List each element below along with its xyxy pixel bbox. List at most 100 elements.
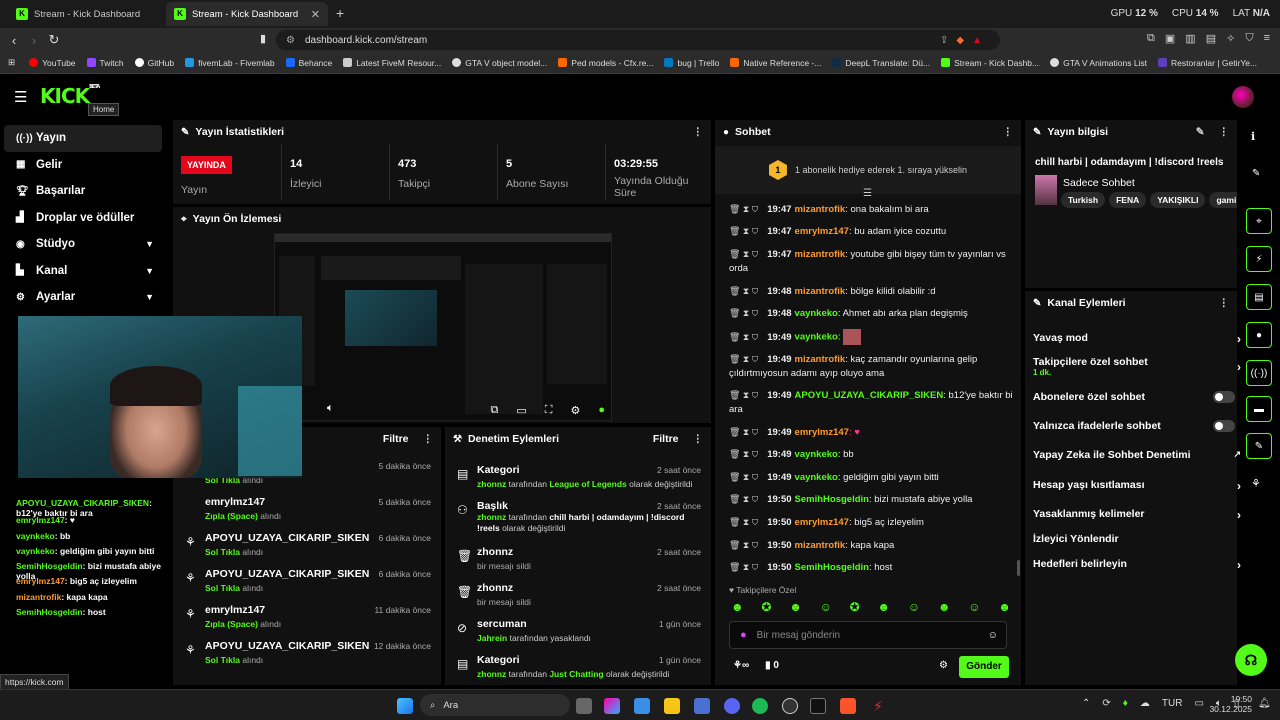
bookmark-fivem-resources[interactable]: Latest FiveM Resour... (343, 58, 441, 68)
sidebar-item-gelir[interactable]: ▦ Gelir (4, 152, 162, 179)
toggle-switch[interactable] (1213, 420, 1235, 432)
server-icon[interactable]: ▬ (1246, 396, 1272, 422)
emote-icon[interactable]: ☺ (908, 600, 920, 614)
site-info-icon[interactable]: ⚙ (286, 35, 295, 46)
info-icon[interactable]: ℹ (1251, 130, 1255, 143)
windows-start-icon[interactable] (397, 698, 413, 714)
bookmark-fivemlab[interactable]: fivemLab - Fivemlab (185, 58, 275, 68)
copilot-icon[interactable] (604, 698, 620, 714)
file-explorer-icon[interactable] (664, 698, 680, 714)
obs-icon[interactable] (782, 698, 798, 714)
emote-icon[interactable]: ☻ (998, 600, 1011, 614)
sidebar-item-studyo[interactable]: ◉ Stüdyo ▼ (4, 231, 162, 258)
bookmark-ped-models[interactable]: Ped models - Cfx.re... (558, 58, 653, 68)
bookmark-youtube[interactable]: YouTube (29, 58, 76, 68)
menu-icon[interactable]: ≡ (1264, 32, 1270, 45)
close-icon[interactable]: ✕ (311, 8, 320, 21)
clock[interactable]: 19:50 30.12.2025 (1208, 694, 1252, 714)
sync-icon[interactable]: ⟳ (1102, 698, 1110, 709)
emote-icon[interactable]: ☻ (938, 600, 951, 614)
action-ai-moderation[interactable]: Yapay Zeka ile Sohbet Denetimi ↗ (1033, 449, 1241, 461)
extensions-icon[interactable]: ⧉ (1147, 32, 1155, 45)
action-subscribers-only[interactable]: Abonelere özel sohbet (1033, 391, 1235, 403)
cloud-icon[interactable]: ☁ (1140, 698, 1150, 709)
discord-icon[interactable] (724, 698, 740, 714)
pip-icon[interactable]: ⧉ (491, 404, 499, 417)
bookmark-native-reference[interactable]: Native Reference -... (730, 58, 821, 68)
more-options-icon[interactable]: ⋮ (423, 433, 434, 445)
bookmark-kick[interactable]: Stream - Kick Dashb... (941, 58, 1039, 68)
stream-preview-video[interactable]: ⧉ ▭ ⛶ ⚙ ● 🔈︎ (274, 233, 612, 421)
app-bolt-icon[interactable]: ⚡︎ (870, 698, 886, 714)
address-bar[interactable]: ⚙ dashboard.kick.com/stream ⇪◆▲ (276, 30, 1000, 50)
bookmark-gta-objects[interactable]: GTA V object model... (452, 58, 547, 68)
clipboard-icon[interactable]: ▤ (1246, 284, 1272, 310)
wallet-icon[interactable]: ▣ (1165, 32, 1175, 45)
emote-icon[interactable]: ☻ (877, 600, 890, 614)
more-options-icon[interactable]: ⋮ (1219, 126, 1230, 138)
action-followers-only[interactable]: Takipçilere özel sohbet 1 dk. › (1033, 356, 1241, 377)
sidebar-item-ayarlar[interactable]: ⚙ Ayarlar ▼ (4, 284, 162, 311)
address-actions[interactable]: ⇪◆▲ (940, 35, 990, 46)
more-options-icon[interactable]: ⋮ (1219, 297, 1230, 309)
chat-bubble-icon[interactable]: ● (1246, 322, 1272, 348)
wrench-icon[interactable]: ✎ (1246, 433, 1272, 459)
sub-gift-leaderboard[interactable]: 1 1 abonelik hediye ederek 1. sıraya yük… (715, 146, 1021, 194)
action-emote-only[interactable]: Yalnızca ifadelerle sohbet (1033, 420, 1235, 432)
new-tab-button[interactable]: + (336, 5, 344, 21)
emote-icon[interactable]: ☺ (820, 600, 832, 614)
stream-category[interactable]: Sadece Sohbet (1063, 177, 1135, 189)
emoji-icon[interactable]: ☺ (988, 630, 998, 641)
sidebar-item-kanal[interactable]: ▙ Kanal ▼ (4, 258, 162, 285)
action-goals[interactable]: Hedefleri belirleyin › (1033, 558, 1241, 572)
filter-button[interactable]: Filtre (653, 433, 679, 445)
bookmark-github[interactable]: GitHub (134, 58, 174, 68)
emote-icon[interactable]: ☻ (731, 600, 744, 614)
action-banned-words[interactable]: Yasaklanmış kelimeler › (1033, 508, 1241, 522)
more-options-icon[interactable]: ⋮ (693, 433, 704, 445)
send-button[interactable]: Gönder (959, 656, 1009, 678)
mic-tray-icon[interactable]: ♦ (1123, 698, 1128, 709)
settings-icon[interactable]: ⚙ (570, 404, 580, 417)
brave-icon[interactable] (840, 698, 856, 714)
broadcast-icon[interactable]: ((·)) (1246, 360, 1272, 386)
action-slow-mode[interactable]: Yavaş mod › (1033, 332, 1241, 346)
back-icon[interactable]: ‹ (4, 33, 24, 48)
bookmark-icon[interactable]: ▮ (260, 32, 266, 45)
filter-button[interactable]: Filtre (383, 433, 409, 445)
emote-icon[interactable]: ☺ (968, 600, 980, 614)
network-icon[interactable]: ▭ (1194, 698, 1203, 709)
shield-icon[interactable]: ⛉ (1245, 32, 1253, 45)
toggle-switch[interactable] (1213, 391, 1235, 403)
hamburger-menu-icon[interactable]: ☰ (14, 88, 27, 106)
chevron-up-icon[interactable]: ⌃ (1082, 698, 1090, 709)
browser-tab-1[interactable]: K Stream - Kick Dashboard (8, 2, 162, 26)
chat-settings-icon[interactable]: ⚙ (939, 660, 948, 671)
bookmark-trello[interactable]: bug | Trello (664, 58, 719, 68)
edit-icon[interactable]: ✎ (1196, 126, 1205, 138)
action-account-age[interactable]: Hesap yaşı kısıtlaması › (1033, 479, 1241, 493)
taskbar-search[interactable]: ⌕ Ara (420, 694, 570, 716)
camera-icon[interactable]: ⌖ (1246, 208, 1272, 234)
bolt-icon[interactable]: ⚡︎ (1246, 246, 1272, 272)
terminal-icon[interactable] (810, 698, 826, 714)
bookmark-twitch[interactable]: Twitch (86, 58, 124, 68)
spotify-icon[interactable] (752, 698, 768, 714)
mic-icon[interactable]: ● (740, 629, 747, 641)
bookmark-behance[interactable]: Behance (285, 58, 332, 68)
sidebar-item-droplar[interactable]: ▟ Droplar ve ödüller (4, 205, 162, 232)
emote-icon[interactable]: ☻ (789, 600, 802, 614)
emote-icon[interactable]: ✪ (850, 600, 860, 614)
sidebar-icon[interactable]: ▥ (1185, 32, 1195, 45)
leo-icon[interactable]: ✧ (1226, 32, 1235, 45)
task-view-icon[interactable] (576, 698, 592, 714)
chat-scrollbar[interactable] (1017, 560, 1020, 576)
bookmark-gta-animations[interactable]: GTA V Animations List (1050, 58, 1147, 68)
emote-icon[interactable]: ✪ (761, 600, 771, 614)
bookmark-getir[interactable]: Restoranlar | GetirYe... (1158, 58, 1257, 68)
language-indicator[interactable]: TUR (1162, 698, 1183, 709)
fullscreen-icon[interactable]: ⛶ (545, 404, 553, 417)
sidebar-item-basarilar[interactable]: 🏆︎ Başarılar (4, 178, 162, 205)
notification-icon[interactable]: 🔔︎ (1258, 698, 1271, 709)
browser-tab-2[interactable]: K Stream - Kick Dashboard ✕ (166, 2, 328, 26)
